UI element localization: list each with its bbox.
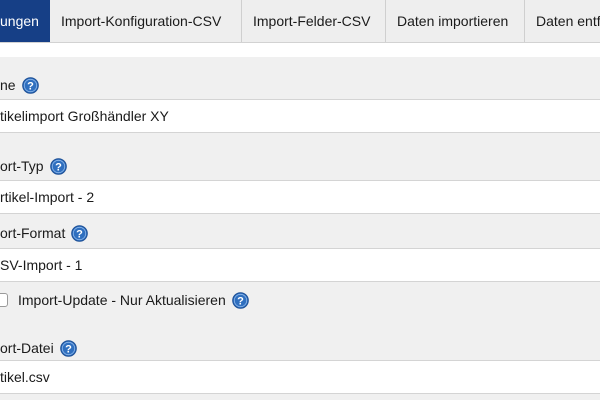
- import-type-select[interactable]: rtikel-Import - 2: [0, 180, 600, 214]
- tab-import-fields-csv[interactable]: Import-Felder-CSV: [242, 0, 386, 42]
- import-type-label-text: ort-Typ: [0, 158, 44, 174]
- import-format-value: SV-Import - 1: [0, 257, 83, 273]
- field-row-import-type: ort-Typ ?: [0, 133, 600, 180]
- tab-delete-data[interactable]: Daten entf: [525, 0, 600, 42]
- svg-text:?: ?: [76, 228, 83, 240]
- import-file-value: tikel.csv: [0, 369, 50, 385]
- import-format-label-text: ort-Format: [0, 225, 66, 241]
- name-input-value: tikelimport Großhändler XY: [0, 108, 169, 124]
- import-file-label-text: ort-Datei: [0, 340, 54, 356]
- svg-text:?: ?: [27, 80, 34, 92]
- svg-text:?: ?: [237, 295, 244, 307]
- import-type-label: ort-Typ ?: [0, 157, 67, 175]
- field-row-update-and-file: Import-Update - Nur Aktualisieren ? ort-…: [0, 282, 600, 360]
- tab-import-configuration-csv[interactable]: Import-Konfiguration-CSV: [50, 0, 242, 42]
- import-format-label: ort-Format ?: [0, 224, 89, 242]
- help-question-icon[interactable]: ?: [71, 224, 89, 242]
- field-row-name: ne ?: [0, 57, 600, 99]
- svg-text:?: ?: [65, 343, 72, 355]
- tab-bar: ungen Import-Konfiguration-CSV Import-Fe…: [0, 0, 600, 43]
- import-type-value: rtikel-Import - 2: [0, 189, 95, 205]
- name-label-text: ne: [0, 77, 16, 93]
- help-question-icon[interactable]: ?: [59, 339, 77, 357]
- help-question-icon[interactable]: ?: [231, 291, 249, 309]
- tab-settings[interactable]: ungen: [0, 0, 50, 42]
- import-file-label: ort-Datei ?: [0, 339, 77, 357]
- import-format-select[interactable]: SV-Import - 1: [0, 248, 600, 282]
- name-input[interactable]: tikelimport Großhändler XY: [0, 99, 600, 133]
- tab-label: Import-Konfiguration-CSV: [61, 13, 222, 29]
- help-question-icon[interactable]: ?: [21, 76, 39, 94]
- spacer: [0, 43, 600, 57]
- help-question-icon[interactable]: ?: [49, 157, 67, 175]
- update-only-label: Import-Update - Nur Aktualisieren ?: [18, 291, 249, 309]
- name-label: ne ?: [0, 76, 39, 94]
- tab-label: Daten importieren: [397, 13, 509, 29]
- update-only-checkbox[interactable]: [0, 293, 8, 307]
- form-footer: [0, 394, 600, 400]
- tab-label: Daten entf: [536, 13, 600, 29]
- tab-label: Import-Felder-CSV: [253, 13, 371, 29]
- update-only-label-text: Import-Update - Nur Aktualisieren: [18, 292, 226, 308]
- tab-import-data[interactable]: Daten importieren: [386, 0, 525, 42]
- field-row-import-format: ort-Format ?: [0, 214, 600, 248]
- tab-label: ungen: [0, 13, 39, 29]
- svg-text:?: ?: [55, 161, 62, 173]
- import-file-input[interactable]: tikel.csv: [0, 360, 600, 394]
